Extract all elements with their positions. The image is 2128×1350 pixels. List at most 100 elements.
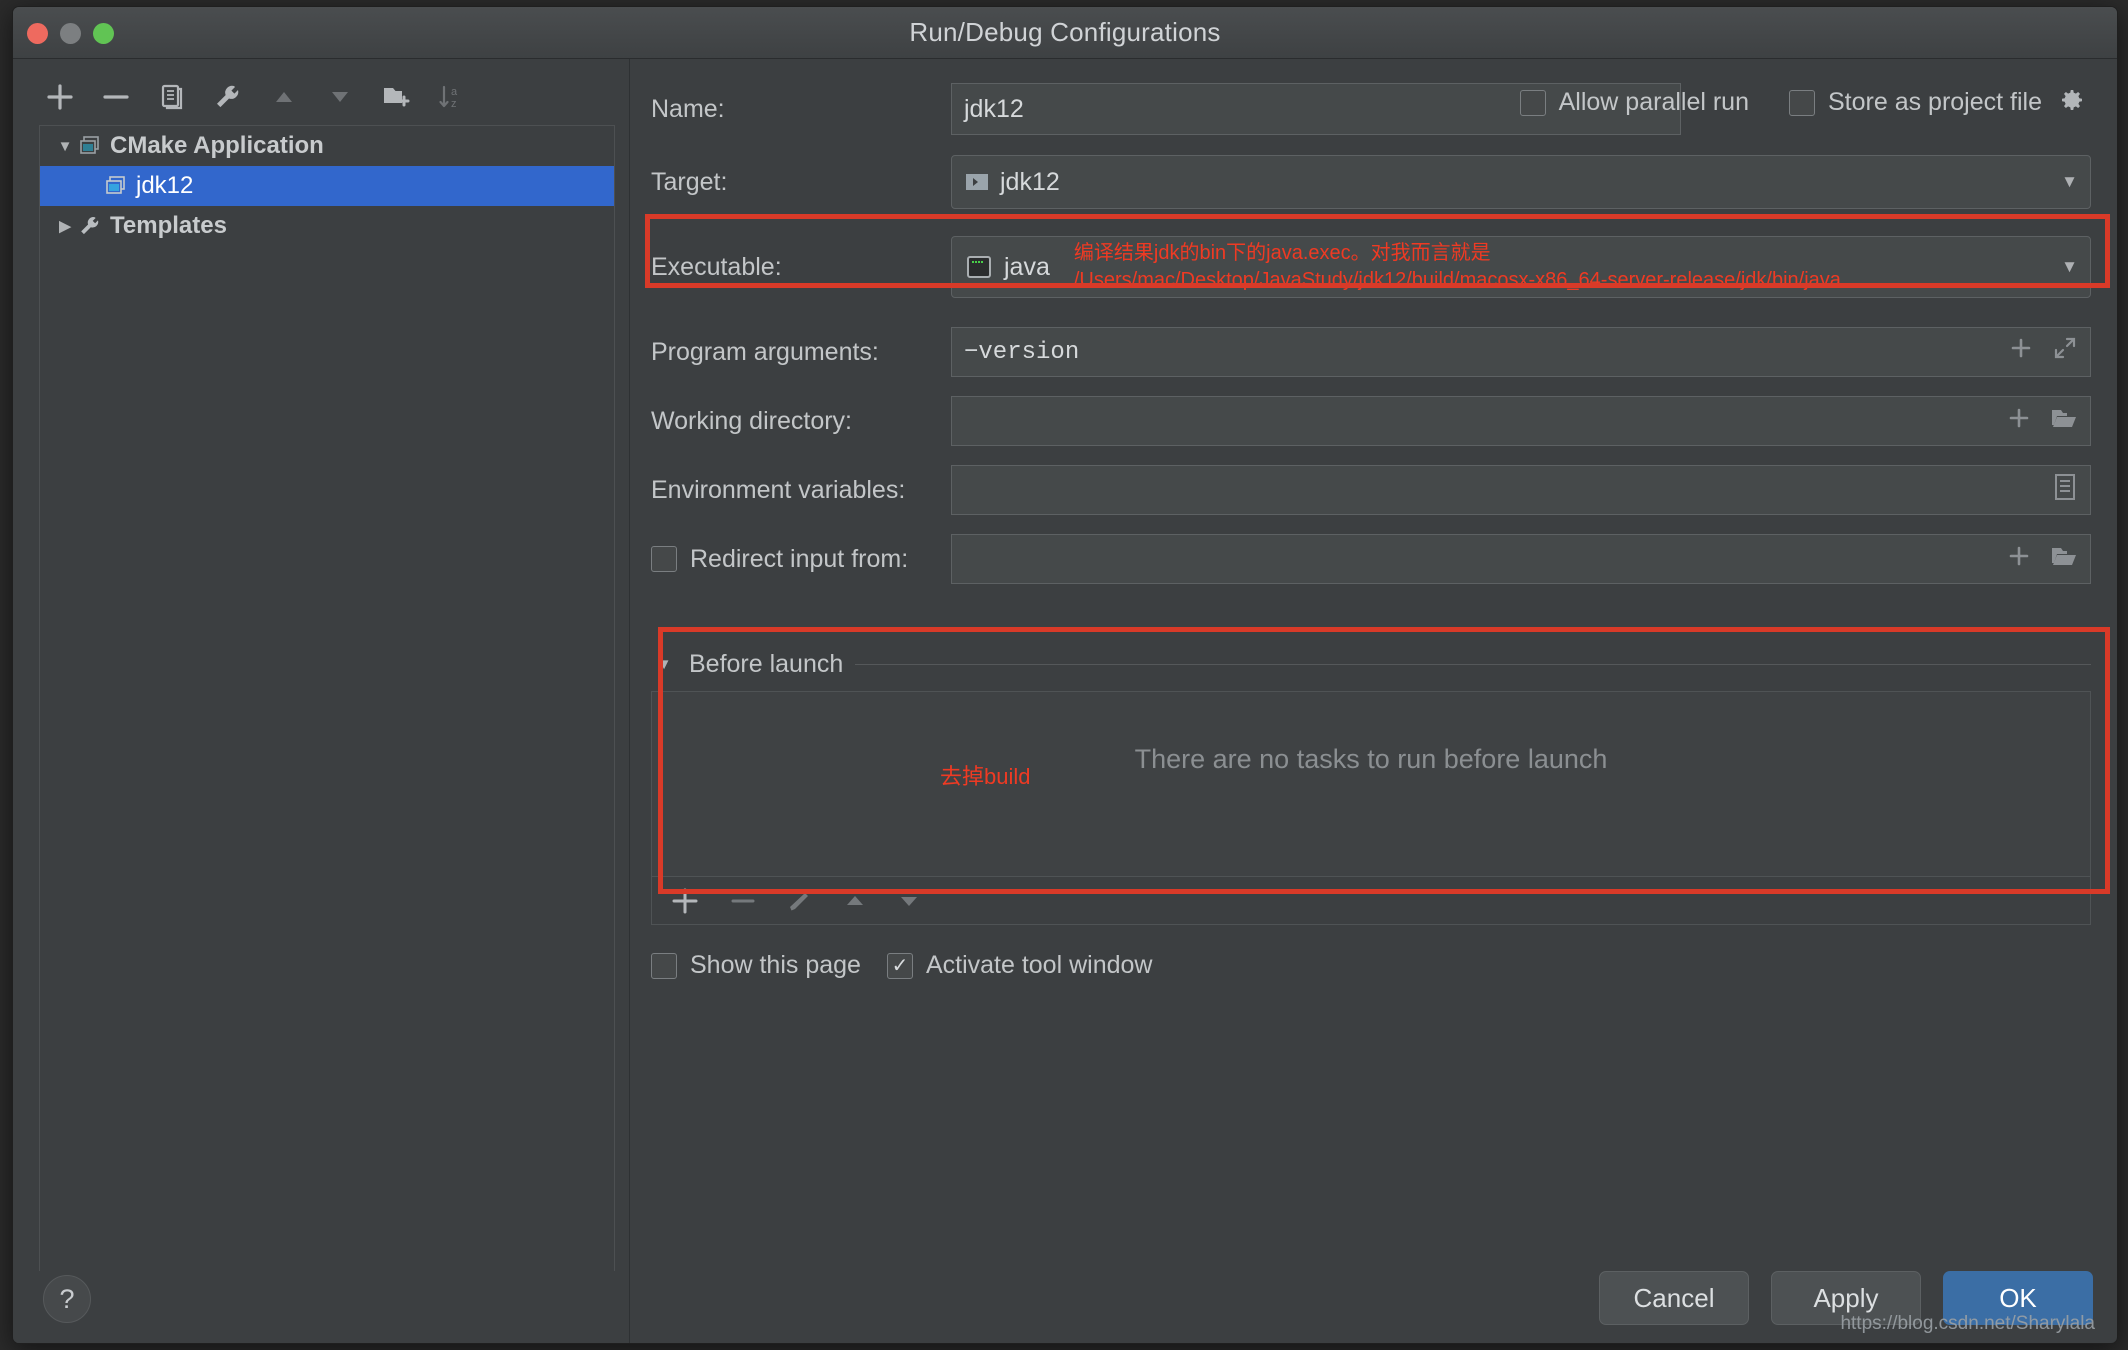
activate-tool-window-checkbox[interactable]: ✓ Activate tool window xyxy=(887,951,1153,980)
browse-folder-icon[interactable] xyxy=(2050,543,2078,576)
move-up-button[interactable] xyxy=(263,76,305,118)
cmake-app-icon xyxy=(78,134,102,158)
tree-node-label: CMake Application xyxy=(110,132,324,160)
before-launch-toolbar xyxy=(651,877,2091,925)
top-options: Allow parallel run Store as project file xyxy=(1520,85,2087,120)
executable-combobox[interactable]: java 编译结果jdk的bin下的java.exec。对我而言就是 /User… xyxy=(951,236,2091,298)
allow-parallel-run-label: Allow parallel run xyxy=(1559,88,1749,117)
checkbox-box[interactable] xyxy=(1789,90,1815,116)
chevron-down-icon[interactable]: ▼ xyxy=(52,138,78,155)
redirect-input-checkbox[interactable] xyxy=(651,546,677,572)
redirect-input-field[interactable] xyxy=(951,534,2091,584)
bottom-options: Show this page ✓ Activate tool window xyxy=(651,951,2091,980)
move-task-down-button[interactable] xyxy=(896,888,922,914)
before-launch-annotation: 去掉build xyxy=(940,762,1030,792)
program-arguments-row: Program arguments: −version xyxy=(651,327,2091,377)
watermark-text: https://blog.csdn.net/Sharylala xyxy=(1840,1313,2095,1335)
insert-macro-icon[interactable] xyxy=(2006,405,2032,438)
help-button[interactable]: ? xyxy=(43,1275,91,1323)
working-directory-label: Working directory: xyxy=(651,407,951,436)
tree-node-label: Templates xyxy=(110,212,227,240)
gear-icon[interactable] xyxy=(2057,85,2087,120)
svg-text:z: z xyxy=(451,98,457,110)
chevron-down-icon[interactable]: ▼ xyxy=(651,656,677,673)
target-label: Target: xyxy=(651,168,951,197)
svg-text:a: a xyxy=(451,86,458,98)
section-divider xyxy=(855,664,2091,665)
window-title: Run/Debug Configurations xyxy=(909,17,1220,48)
edit-templates-button[interactable] xyxy=(207,76,249,118)
environment-variables-actions xyxy=(2052,473,2078,508)
tree-node-templates[interactable]: ▶ Templates xyxy=(40,206,614,246)
run-target-icon xyxy=(964,169,990,195)
redirect-input-row: Redirect input from: xyxy=(651,534,2091,584)
new-folder-button[interactable] xyxy=(375,76,417,118)
checkbox-box[interactable] xyxy=(1520,90,1546,116)
maximize-window-button[interactable] xyxy=(93,23,114,44)
name-label: Name: xyxy=(651,95,951,124)
cancel-button[interactable]: Cancel xyxy=(1599,1271,1749,1325)
environment-variables-input[interactable] xyxy=(951,465,2091,515)
target-value: jdk12 xyxy=(1000,168,1060,197)
configurations-tree[interactable]: ▼ CMake Application xyxy=(39,125,615,1271)
window-controls[interactable] xyxy=(27,23,114,44)
terminal-icon xyxy=(964,252,994,282)
target-row: Target: jdk12 ▼ xyxy=(651,155,2091,209)
chevron-down-icon[interactable]: ▼ xyxy=(2061,257,2078,277)
activate-tool-window-label: Activate tool window xyxy=(926,951,1153,980)
close-window-button[interactable] xyxy=(27,23,48,44)
remove-configuration-button[interactable] xyxy=(95,76,137,118)
store-as-project-file-checkbox[interactable]: Store as project file xyxy=(1789,85,2087,120)
expand-editor-icon[interactable] xyxy=(2052,335,2078,369)
edit-task-button[interactable] xyxy=(786,887,814,915)
sort-alphabetically-button[interactable]: a z xyxy=(431,76,473,118)
before-launch-section: ▼ Before launch There are no tasks to ru… xyxy=(651,650,2091,925)
checkbox-box[interactable] xyxy=(651,953,677,979)
program-arguments-label: Program arguments: xyxy=(651,338,951,367)
edit-variables-list-icon[interactable] xyxy=(2052,473,2078,508)
add-task-button[interactable] xyxy=(670,886,700,916)
browse-folder-icon[interactable] xyxy=(2050,405,2078,438)
executable-label: Executable: xyxy=(651,253,951,282)
dialog-body: a z ▼ CMake Application xyxy=(13,59,2117,1344)
checkbox-box-checked[interactable]: ✓ xyxy=(887,953,913,979)
tree-node-cmake-application[interactable]: ▼ CMake Application xyxy=(40,126,614,166)
executable-row: Executable: java 编译结果jdk的bin下的java.exec。… xyxy=(651,233,2091,301)
before-launch-header[interactable]: ▼ Before launch xyxy=(651,650,2091,679)
wrench-icon xyxy=(78,214,102,238)
show-this-page-checkbox[interactable]: Show this page xyxy=(651,951,861,980)
allow-parallel-run-checkbox[interactable]: Allow parallel run xyxy=(1520,88,1749,117)
move-task-up-button[interactable] xyxy=(842,888,868,914)
run-debug-configurations-window: Run/Debug Configurations xyxy=(12,6,2118,1344)
move-down-button[interactable] xyxy=(319,76,361,118)
minimize-window-button[interactable] xyxy=(60,23,81,44)
tree-node-label: jdk12 xyxy=(136,172,193,200)
program-arguments-input[interactable]: −version xyxy=(951,327,2091,377)
working-directory-actions xyxy=(2006,405,2078,438)
redirect-input-label: Redirect input from: xyxy=(690,545,908,574)
executable-annotation: 编译结果jdk的bin下的java.exec。对我而言就是 /Users/mac… xyxy=(1074,240,1841,294)
copy-configuration-button[interactable] xyxy=(151,76,193,118)
show-this-page-label: Show this page xyxy=(690,951,861,980)
target-combobox[interactable]: jdk12 ▼ xyxy=(951,155,2091,209)
executable-value: java xyxy=(1004,253,1050,282)
redirect-input-actions xyxy=(2006,543,2078,576)
configuration-editor-panel: Name: jdk12 Allow parallel run Store as … xyxy=(629,59,2117,1344)
working-directory-input[interactable] xyxy=(951,396,2091,446)
program-arguments-actions xyxy=(2008,335,2078,369)
title-bar: Run/Debug Configurations xyxy=(13,7,2117,59)
configurations-panel: a z ▼ CMake Application xyxy=(13,59,629,1344)
chevron-right-icon[interactable]: ▶ xyxy=(52,217,78,235)
program-arguments-value: −version xyxy=(964,339,1079,366)
insert-macro-icon[interactable] xyxy=(2008,335,2034,369)
chevron-down-icon[interactable]: ▼ xyxy=(2061,172,2078,192)
before-launch-title: Before launch xyxy=(689,650,843,679)
executable-annotation-line2: /Users/mac/Desktop/JavaStudy/jdk12/build… xyxy=(1074,267,1841,294)
insert-macro-icon[interactable] xyxy=(2006,543,2032,576)
remove-task-button[interactable] xyxy=(728,886,758,916)
cmake-app-icon xyxy=(104,174,128,198)
tree-node-jdk12[interactable]: jdk12 xyxy=(40,166,614,206)
environment-variables-row: Environment variables: xyxy=(651,465,2091,515)
add-configuration-button[interactable] xyxy=(39,76,81,118)
before-launch-task-list[interactable]: There are no tasks to run before launch … xyxy=(651,691,2091,877)
